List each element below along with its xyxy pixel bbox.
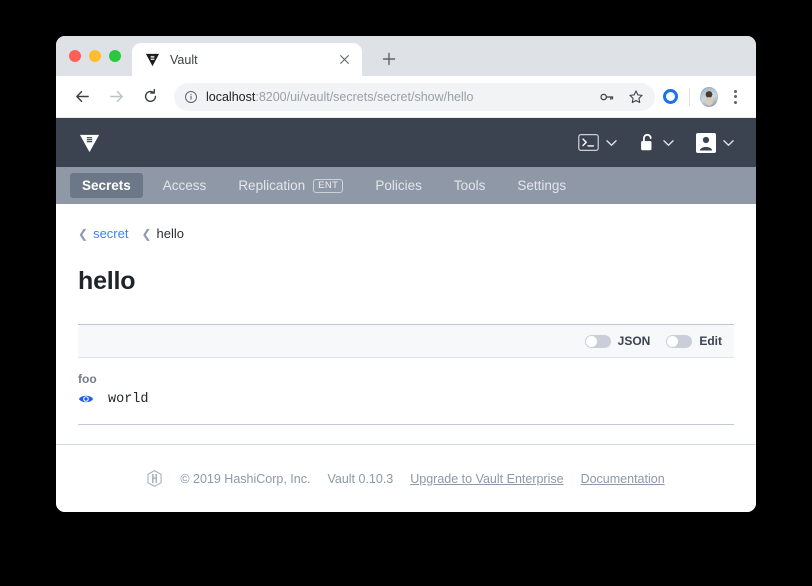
breadcrumb-item-hello: ❮ hello xyxy=(141,226,184,241)
footer-link-upgrade[interactable]: Upgrade to Vault Enterprise xyxy=(410,472,563,486)
footer-version: Vault 0.10.3 xyxy=(327,471,394,486)
unlock-icon[interactable] xyxy=(639,133,656,152)
json-toggle-switch[interactable] xyxy=(584,334,611,348)
blue-ring-extension-icon[interactable] xyxy=(661,88,679,106)
vault-logo-icon[interactable] xyxy=(78,131,102,155)
chevron-left-icon: ❮ xyxy=(78,226,89,241)
chevron-down-icon[interactable] xyxy=(606,139,617,147)
url-host: localhost xyxy=(206,89,256,104)
nav-item-settings[interactable]: Settings xyxy=(505,173,578,198)
edit-toggle[interactable]: Edit xyxy=(666,334,722,348)
close-window-button[interactable] xyxy=(69,50,81,62)
address-bar-actions xyxy=(598,88,645,106)
enterprise-badge: ENT xyxy=(313,178,344,193)
page-title: hello xyxy=(78,267,136,295)
close-icon[interactable] xyxy=(336,52,352,68)
nav-item-label: Policies xyxy=(375,178,422,193)
browser-toolbar: localhost:8200/ui/vault/secrets/secret/s… xyxy=(56,76,756,118)
vault-application: Secrets Access Replication ENT Policies … xyxy=(56,118,756,512)
reload-icon[interactable] xyxy=(136,83,164,111)
browser-tab-title: Vault xyxy=(170,52,198,67)
password-key-icon[interactable] xyxy=(598,88,616,106)
nav-item-access[interactable]: Access xyxy=(151,173,219,198)
secret-row: foo world xyxy=(78,372,734,425)
secret-value-row: world xyxy=(78,391,734,407)
footer-copyright: © 2019 HashiCorp, Inc. xyxy=(180,471,311,486)
vault-footer: © 2019 HashiCorp, Inc. Vault 0.10.3 Upgr… xyxy=(56,444,756,512)
chevron-left-icon: ❮ xyxy=(141,226,152,241)
back-arrow-icon[interactable] xyxy=(68,83,96,111)
breadcrumb-label: secret xyxy=(93,226,129,241)
address-bar[interactable]: localhost:8200/ui/vault/secrets/secret/s… xyxy=(174,82,655,111)
vault-logo-icon xyxy=(144,52,160,68)
browser-window: Vault localhost:8200/ui/vault/secrets/se… xyxy=(56,36,756,512)
console-menu[interactable] xyxy=(578,134,617,151)
vault-main-nav: Secrets Access Replication ENT Policies … xyxy=(56,167,756,204)
secret-row-divider xyxy=(78,424,734,425)
chevron-down-icon[interactable] xyxy=(663,139,674,147)
console-terminal-icon[interactable] xyxy=(578,134,599,151)
json-toggle[interactable]: JSON xyxy=(584,334,651,348)
user-icon[interactable] xyxy=(696,132,716,153)
nav-item-secrets[interactable]: Secrets xyxy=(70,173,143,198)
profile-avatar[interactable] xyxy=(700,86,718,107)
secret-key-label: foo xyxy=(78,372,97,386)
secret-view-toolbar: JSON Edit xyxy=(78,324,734,358)
address-bar-url: localhost:8200/ui/vault/secrets/secret/s… xyxy=(206,90,590,104)
maximize-window-button[interactable] xyxy=(109,50,121,62)
chevron-down-icon[interactable] xyxy=(723,139,734,147)
nav-item-tools[interactable]: Tools xyxy=(442,173,498,198)
nav-item-label: Settings xyxy=(517,178,567,193)
vault-header-actions xyxy=(556,132,734,153)
browser-tab-strip: Vault xyxy=(56,36,756,76)
edit-toggle-switch[interactable] xyxy=(666,334,693,348)
nav-item-label: Access xyxy=(162,178,207,193)
nav-item-label: Secrets xyxy=(82,178,131,193)
url-path: :8200/ui/vault/secrets/secret/show/hello xyxy=(255,89,474,104)
nav-item-replication[interactable]: Replication ENT xyxy=(226,173,355,198)
vault-page-body: ❮ secret ❮ hello hello JSON Edit foo wor… xyxy=(56,204,756,425)
hashicorp-logo-icon xyxy=(147,470,163,488)
json-toggle-label: JSON xyxy=(617,334,651,348)
window-traffic-lights xyxy=(69,50,121,62)
breadcrumb: ❮ secret ❮ hello xyxy=(78,204,734,241)
minimize-window-button[interactable] xyxy=(89,50,101,62)
nav-item-label: Replication xyxy=(238,178,306,193)
footer-link-documentation[interactable]: Documentation xyxy=(581,472,665,486)
nav-item-label: Tools xyxy=(453,178,486,193)
edit-toggle-label: Edit xyxy=(699,334,722,348)
browser-tab[interactable]: Vault xyxy=(132,43,362,76)
three-dot-menu-icon[interactable] xyxy=(726,88,744,106)
secret-value: world xyxy=(108,391,149,407)
secret-data-list: foo world xyxy=(78,358,734,425)
nav-item-policies[interactable]: Policies xyxy=(363,173,434,198)
forward-arrow-icon xyxy=(102,83,130,111)
seal-status-menu[interactable] xyxy=(639,133,674,152)
user-menu[interactable] xyxy=(696,132,734,153)
eye-icon[interactable] xyxy=(78,391,94,407)
breadcrumb-label: hello xyxy=(156,226,184,241)
new-tab-button[interactable] xyxy=(376,46,402,72)
breadcrumb-item-secret[interactable]: ❮ secret xyxy=(78,226,128,241)
star-icon[interactable] xyxy=(627,88,645,106)
toolbar-divider xyxy=(689,87,690,106)
info-circle-icon[interactable] xyxy=(184,90,198,104)
vault-header-bar xyxy=(56,118,756,167)
